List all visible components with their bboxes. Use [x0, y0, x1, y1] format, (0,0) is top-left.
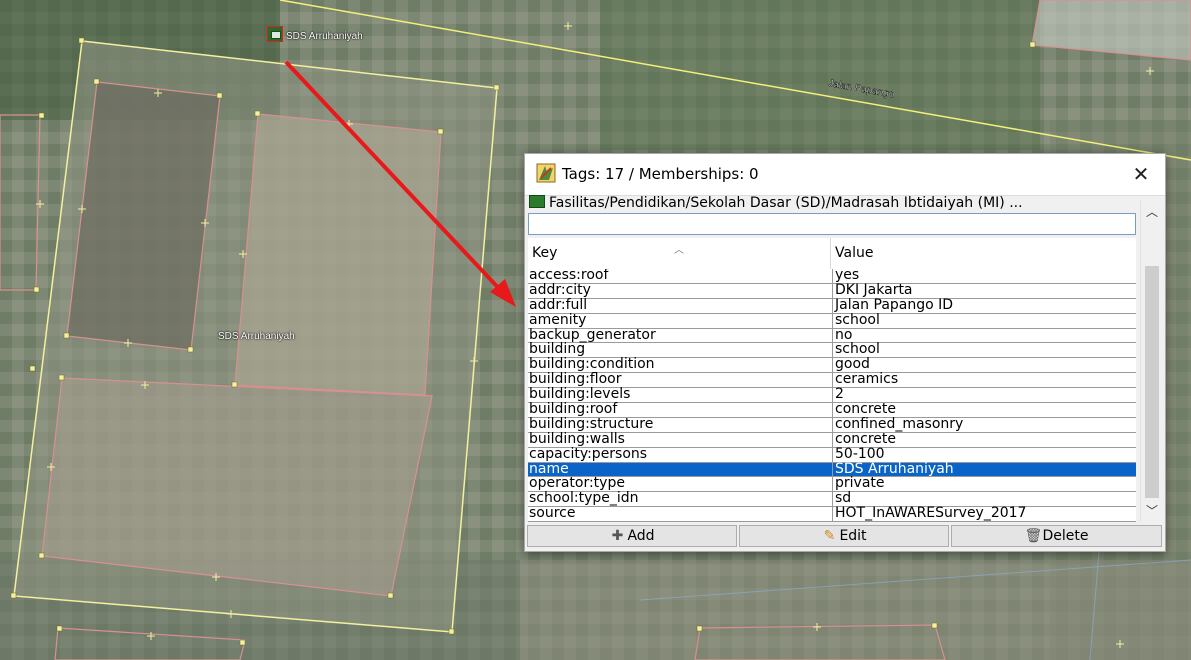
tag-value-cell[interactable]: SDS Arruhaniyah: [832, 461, 1135, 477]
tag-value-cell[interactable]: 50-100: [832, 446, 1135, 462]
tag-key-cell[interactable]: source: [528, 506, 830, 521]
poi-label-center: SDS Arruhaniyah: [218, 331, 295, 342]
tag-row[interactable]: access:roof yes: [528, 269, 1136, 284]
tag-value-cell[interactable]: sd: [832, 491, 1135, 507]
tag-value-cell[interactable]: good: [832, 357, 1135, 373]
tag-dialog: Tags: 17 / Memberships: 0 ✕ Fasilitas/Pe…: [524, 153, 1166, 552]
tag-row[interactable]: name SDS Arruhaniyah: [528, 461, 1136, 478]
tag-key-cell[interactable]: addr:full: [528, 298, 830, 313]
preset-link[interactable]: Fasilitas/Pendidikan/Sekolah Dasar (SD)/…: [529, 195, 1139, 211]
tag-key-cell[interactable]: building:floor: [528, 372, 830, 387]
tag-key-cell[interactable]: backup_generator: [528, 328, 830, 343]
dialog-titlebar[interactable]: Tags: 17 / Memberships: 0 ✕: [525, 154, 1165, 196]
tag-row[interactable]: building:levels 2: [528, 387, 1136, 404]
tag-key-cell[interactable]: name: [528, 462, 830, 477]
tag-row[interactable]: amenity school: [528, 312, 1136, 329]
school-preset-icon: [529, 195, 545, 208]
tag-value-cell[interactable]: school: [832, 312, 1135, 328]
tag-key-cell[interactable]: building:levels: [528, 387, 830, 402]
tag-key-cell[interactable]: access:roof: [528, 269, 830, 283]
tag-value-cell[interactable]: yes: [832, 269, 1135, 283]
tag-table-header: ︿ Key Value: [528, 238, 1136, 270]
scroll-up-icon[interactable]: ︿: [1141, 203, 1163, 223]
edit-icon: ✎: [823, 528, 836, 544]
dialog-title: Tags: 17 / Memberships: 0: [562, 165, 759, 183]
tag-row[interactable]: building:walls concrete: [528, 431, 1136, 448]
tag-key-cell[interactable]: building: [528, 342, 830, 357]
tag-row[interactable]: building:roof concrete: [528, 402, 1136, 418]
scroll-down-icon[interactable]: ﹀: [1141, 502, 1163, 522]
tag-row[interactable]: building:structure confined_masonry: [528, 416, 1136, 433]
tag-key-cell[interactable]: amenity: [528, 313, 830, 328]
preset-path[interactable]: Fasilitas/Pendidikan/Sekolah Dasar (SD)/…: [549, 195, 1023, 211]
tag-row[interactable]: operator:type private: [528, 476, 1136, 493]
tag-value-cell[interactable]: no: [832, 327, 1135, 343]
delete-button[interactable]: 🗑Delete: [951, 525, 1162, 547]
tag-table-body: access:roof yes addr:city DKI Jakarta addr:f…: [528, 269, 1136, 522]
plus-icon: ✚: [611, 528, 624, 544]
school-poi-icon[interactable]: [267, 26, 283, 42]
edit-button[interactable]: ✎ Edit: [739, 525, 949, 547]
column-header-key[interactable]: ︿ Key: [528, 238, 831, 269]
add-button[interactable]: ✚ Add: [527, 525, 737, 547]
sort-ascending-icon: ︿: [674, 245, 684, 256]
tag-row[interactable]: source HOT_InAWARESurvey_2017: [528, 506, 1136, 522]
tag-value-cell[interactable]: DKI Jakarta: [832, 282, 1135, 298]
tag-row[interactable]: building school: [528, 342, 1136, 359]
tag-action-buttons: ✚ Add ✎ Edit 🗑Delete: [527, 525, 1163, 547]
tag-value-cell[interactable]: ceramics: [832, 372, 1135, 388]
scrollbar-thumb[interactable]: [1145, 266, 1159, 498]
column-header-value[interactable]: Value: [831, 238, 1136, 269]
tag-search-input[interactable]: [528, 213, 1136, 235]
tag-value-cell[interactable]: school: [832, 342, 1135, 358]
tag-value-cell[interactable]: concrete: [832, 431, 1135, 447]
tag-row[interactable]: school:type_idn sd: [528, 491, 1136, 508]
tag-key-cell[interactable]: school:type_idn: [528, 491, 830, 506]
tag-key-cell[interactable]: building:walls: [528, 432, 830, 447]
josm-app-icon: [536, 163, 556, 183]
tag-key-cell[interactable]: addr:city: [528, 283, 830, 298]
tag-value-cell[interactable]: concrete: [832, 402, 1135, 418]
tag-value-cell[interactable]: confined_masonry: [832, 416, 1135, 432]
tag-key-cell[interactable]: building:condition: [528, 357, 830, 372]
tag-value-cell[interactable]: private: [832, 476, 1135, 492]
tag-row[interactable]: backup_generator no: [528, 327, 1136, 344]
tag-row[interactable]: building:condition good: [528, 357, 1136, 374]
tag-row[interactable]: addr:full Jalan Papango ID: [528, 297, 1136, 314]
trash-icon: 🗑: [1024, 528, 1043, 544]
tag-row[interactable]: addr:city DKI Jakarta: [528, 282, 1136, 299]
tag-value-cell[interactable]: Jalan Papango ID: [832, 297, 1135, 313]
tag-key-cell[interactable]: operator:type: [528, 476, 830, 491]
close-icon[interactable]: ✕: [1129, 162, 1153, 186]
tag-value-cell[interactable]: 2: [832, 387, 1135, 403]
vertical-scrollbar[interactable]: ︿ ﹀: [1140, 200, 1163, 522]
tag-key-cell[interactable]: building:structure: [528, 417, 830, 432]
poi-label-top: SDS Arruhaniyah: [286, 31, 363, 42]
tag-key-cell[interactable]: building:roof: [528, 402, 830, 417]
tag-key-cell[interactable]: capacity:persons: [528, 447, 830, 462]
tag-row[interactable]: capacity:persons 50-100: [528, 446, 1136, 463]
tag-value-cell[interactable]: HOT_InAWARESurvey_2017: [832, 506, 1135, 522]
tag-row[interactable]: building:floor ceramics: [528, 372, 1136, 389]
